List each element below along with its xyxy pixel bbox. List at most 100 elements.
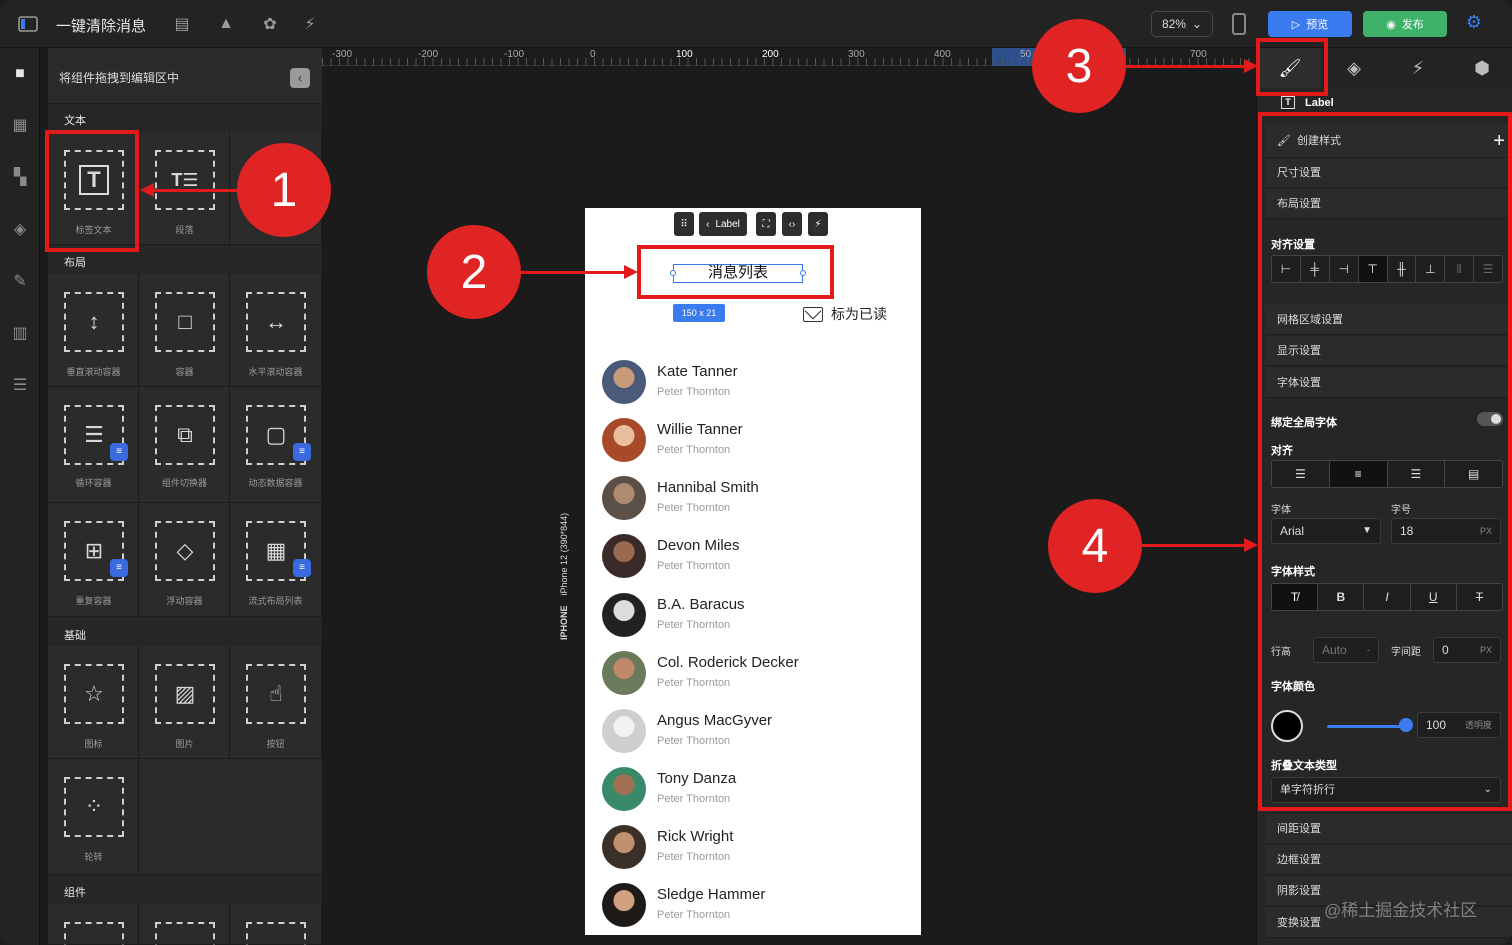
component-label: 段落 xyxy=(175,225,194,235)
component-loop[interactable]: ☰ ≡ 循环容器 xyxy=(48,387,139,503)
plugin-icon[interactable]: ✎ xyxy=(8,270,32,294)
list-item[interactable]: Kate Tanner Peter Thornton xyxy=(602,360,902,412)
device-icon[interactable] xyxy=(1232,13,1246,35)
ruler-mark: 100 xyxy=(676,49,693,60)
ruler-mark: -200 xyxy=(418,49,439,60)
blocks-icon[interactable]: ▦ xyxy=(8,114,32,138)
component-item[interactable] xyxy=(230,904,322,945)
contact-name: Col. Roderick Decker xyxy=(657,654,799,671)
components-icon[interactable]: ✿ xyxy=(258,12,282,36)
arrow-head xyxy=(1244,59,1258,73)
list-item[interactable]: Sledge Hammer Peter Thornton xyxy=(602,883,902,935)
project-title: 一键清除消息 xyxy=(56,18,147,35)
contact-subtitle: Peter Thornton xyxy=(657,851,731,863)
publish-button[interactable]: ◉ 发布 xyxy=(1363,11,1447,37)
settings-sliders-icon[interactable]: ⚙ xyxy=(1462,12,1486,36)
component-label: 容器 xyxy=(175,367,194,377)
cube-icon[interactable]: ■ xyxy=(8,62,32,86)
size-badge: 150 x 21 xyxy=(673,304,725,322)
component-image[interactable]: ▨ 图片 xyxy=(139,646,230,759)
component-item[interactable] xyxy=(48,904,139,945)
image-icon: ▨ xyxy=(155,664,215,724)
component-label: 重复容器 xyxy=(75,596,112,606)
component-flow[interactable]: ▦ ≡ 流式布局列表 xyxy=(230,503,322,617)
highlight-box-1 xyxy=(45,130,139,252)
tab-events[interactable]: ⚡ xyxy=(1387,48,1449,88)
list-item[interactable]: B.A. Baracus Peter Thornton xyxy=(602,593,902,645)
section-basic: 基础 xyxy=(64,630,86,642)
ruler-mark: 700 xyxy=(1190,49,1207,60)
list-item[interactable]: Tony Danza Peter Thornton xyxy=(602,767,902,819)
preview-button[interactable]: ▷ 预览 xyxy=(1268,11,1352,37)
layers-icon[interactable]: ◈ xyxy=(8,218,32,242)
list-item[interactable]: Angus MacGyver Peter Thornton xyxy=(602,709,902,761)
component-repeat[interactable]: ⊞ ≡ 重复容器 xyxy=(48,503,139,617)
container-icon: □ xyxy=(155,292,215,352)
contact-name: Tony Danza xyxy=(657,770,737,787)
arrow-head xyxy=(624,265,638,279)
mark-read-button[interactable]: 标为已读 xyxy=(803,304,887,324)
list-item[interactable]: Hannibal Smith Peter Thornton xyxy=(602,476,902,528)
avatar xyxy=(602,418,646,462)
data-icon[interactable]: ☰ xyxy=(8,374,32,398)
device-label: IPHONE iPhone 12 (390*844) xyxy=(559,512,569,640)
contact-name: B.A. Baracus xyxy=(657,596,745,613)
component-vscroll[interactable]: ↕ 垂直滚动容器 xyxy=(48,274,139,387)
list-item[interactable]: Rick Wright Peter Thornton xyxy=(602,825,902,877)
arrow-2 xyxy=(518,271,624,274)
contact-name: Sledge Hammer xyxy=(657,886,766,903)
callout-2: 2 xyxy=(427,225,521,319)
highlight-box-4 xyxy=(1258,112,1512,811)
chevron-left-icon: ‹ xyxy=(706,218,710,230)
database-icon: ≡ xyxy=(110,443,128,461)
contact-name: Kate Tanner xyxy=(657,363,738,380)
component-label: 循环容器 xyxy=(75,478,112,488)
paragraph-icon: T☰ xyxy=(155,150,215,210)
section-layout: 布局 xyxy=(64,257,86,269)
pages-icon[interactable]: ▥ xyxy=(8,322,32,346)
border-settings[interactable]: 边框设置 xyxy=(1265,845,1512,875)
component-float[interactable]: ◇ 浮动容器 xyxy=(139,503,230,617)
component-dynamic[interactable]: ▢ ≡ 动态数据容器 xyxy=(230,387,322,503)
section-components: 组件 xyxy=(64,887,86,899)
component-button[interactable]: ☝ 按钮 xyxy=(230,646,322,759)
carousel-icon: ⁘ xyxy=(64,777,124,837)
float-container-icon: ◇ xyxy=(155,521,215,581)
fullscreen-icon[interactable]: ⛶ xyxy=(756,212,776,236)
component-item[interactable] xyxy=(139,904,230,945)
spacing-settings[interactable]: 间距设置 xyxy=(1265,814,1512,844)
avatar xyxy=(602,709,646,753)
component-label: 垂直滚动容器 xyxy=(66,367,121,377)
component-container[interactable]: □ 容器 xyxy=(139,274,230,387)
contact-subtitle: Peter Thornton xyxy=(657,735,731,747)
flash-icon[interactable]: ⚡ xyxy=(298,12,322,36)
zoom-select[interactable]: 82% ⌄ xyxy=(1151,11,1213,37)
code-icon[interactable]: ‹› xyxy=(782,212,802,236)
drag-handle-icon[interactable]: ⠿ xyxy=(674,212,694,236)
flash-icon[interactable]: ⚡ xyxy=(808,212,828,236)
sidebar-toggle-icon[interactable] xyxy=(16,12,40,36)
list-item[interactable]: Devon Miles Peter Thornton xyxy=(602,534,902,586)
layout-icon[interactable]: ▚ xyxy=(8,166,32,190)
document-icon[interactable]: ▤ xyxy=(170,12,194,36)
ruler-mark: 400 xyxy=(934,49,951,60)
contact-subtitle: Peter Thornton xyxy=(657,560,731,572)
arrow-4 xyxy=(1140,544,1244,547)
list-item[interactable]: Col. Roderick Decker Peter Thornton xyxy=(602,651,902,703)
contact-subtitle: Peter Thornton xyxy=(657,677,731,689)
contact-subtitle: Peter Thornton xyxy=(657,619,731,631)
list-item[interactable]: Willie Tanner Peter Thornton xyxy=(602,418,902,470)
component-hscroll[interactable]: ↔ 水平滚动容器 xyxy=(230,274,322,387)
component-switcher[interactable]: ⧉ 组件切换器 xyxy=(139,387,230,503)
component-carousel[interactable]: ⁘ 轮转 xyxy=(48,759,139,875)
drive-icon[interactable]: ▲ xyxy=(214,12,238,36)
tab-components[interactable]: ◈ xyxy=(1323,48,1385,88)
highlight-box-2 xyxy=(637,245,834,299)
collapse-icon[interactable]: ‹ xyxy=(290,68,310,88)
parent-select-button[interactable]: ‹ Label xyxy=(699,212,747,236)
component-icon[interactable]: ☆ 图标 xyxy=(48,646,139,759)
contact-name: Angus MacGyver xyxy=(657,712,773,729)
tab-advanced[interactable]: ⬢ xyxy=(1451,48,1512,88)
phone-frame[interactable]: ⠿ ‹ Label ⛶ ‹› ⚡ 消息列表 150 x 21 标为已读 Kate … xyxy=(585,208,921,935)
avatar xyxy=(602,534,646,578)
